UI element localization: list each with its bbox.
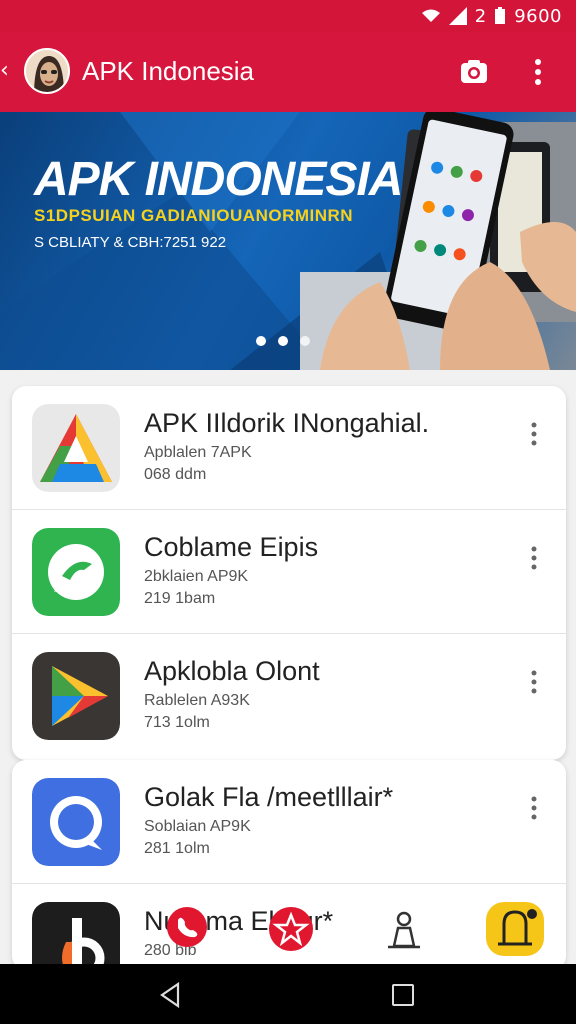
notification-bell-icon[interactable] (484, 900, 546, 958)
phone-call-icon[interactable] (166, 906, 208, 948)
app-name: Apklobla Olont (144, 656, 320, 686)
nav-recents-icon[interactable] (392, 984, 414, 1006)
promo-banner[interactable]: APK INDONESIA S1DPSUIAN GADIANIOUANORMIN… (0, 112, 576, 370)
phone-hands-illustration (300, 112, 576, 370)
back-arrow-icon[interactable]: ‹ (0, 60, 12, 84)
app-name: APK IIldorik INongahial. (144, 408, 430, 438)
list-item[interactable]: APK IIldorik INongahial. Apblalen 7APK 0… (12, 386, 566, 510)
banner-tagline: S CBLIATY & CBH:7251 922 (34, 234, 227, 251)
more-vert-icon[interactable] (524, 420, 544, 448)
camera-icon[interactable] (458, 56, 490, 88)
overflow-menu-icon[interactable] (528, 56, 548, 88)
b-letter-icon (32, 902, 120, 970)
app-size: 281 1olm (144, 840, 210, 857)
app-bar: ‹ APK Indonesia (0, 32, 576, 112)
app-meta: 2bklaien AP9K (144, 568, 249, 585)
app-size: 219 1bam (144, 590, 216, 607)
banner-pager[interactable] (256, 336, 310, 346)
status-bar: 2 9600 (0, 0, 576, 32)
triangle-a-icon (32, 404, 120, 492)
play-store-icon (32, 652, 120, 740)
avatar[interactable] (24, 48, 70, 94)
more-vert-icon[interactable] (524, 794, 544, 822)
pager-dot[interactable] (256, 336, 266, 346)
chat-bubble-icon (32, 528, 120, 616)
star-badge-icon[interactable] (268, 906, 314, 952)
app-list-card: APK IIldorik INongahial. Apblalen 7APK 0… (12, 386, 566, 760)
sim-label: 2 (474, 5, 487, 27)
pager-dot[interactable] (300, 336, 310, 346)
app-size: 713 1olm (144, 714, 210, 731)
app-name: Coblame Eipis (144, 532, 319, 562)
system-nav-bar (0, 964, 576, 1024)
app-meta: Apblalen 7APK (144, 444, 252, 461)
signal-icon (448, 7, 467, 25)
battery-icon (495, 7, 506, 24)
list-item[interactable]: Apklobla Olont Rablelen A93K 713 1olm (12, 634, 566, 758)
status-icons: 2 9600 (421, 5, 562, 27)
app-size: 068 ddm (144, 466, 207, 483)
app-meta: Soblaian AP9K (144, 818, 251, 835)
app-meta: Rablelen A93K (144, 692, 250, 709)
list-item[interactable]: Coblame Eipis 2bklaien AP9K 219 1bam (12, 510, 566, 634)
wifi-icon (421, 9, 440, 22)
app-name: Golak Fla /meetlllair* (144, 782, 394, 812)
more-vert-icon[interactable] (524, 668, 544, 696)
person-icon[interactable] (384, 910, 424, 950)
message-circle-icon (32, 778, 120, 866)
pager-dot[interactable] (278, 336, 288, 346)
status-time: 9600 (514, 5, 562, 27)
more-vert-icon[interactable] (524, 544, 544, 572)
nav-back-icon[interactable] (158, 982, 182, 1008)
list-item[interactable]: Golak Fla /meetlllair* Soblaian AP9K 281… (12, 760, 566, 884)
avatar-portrait-icon (26, 50, 68, 92)
app-title: APK Indonesia (82, 56, 255, 86)
